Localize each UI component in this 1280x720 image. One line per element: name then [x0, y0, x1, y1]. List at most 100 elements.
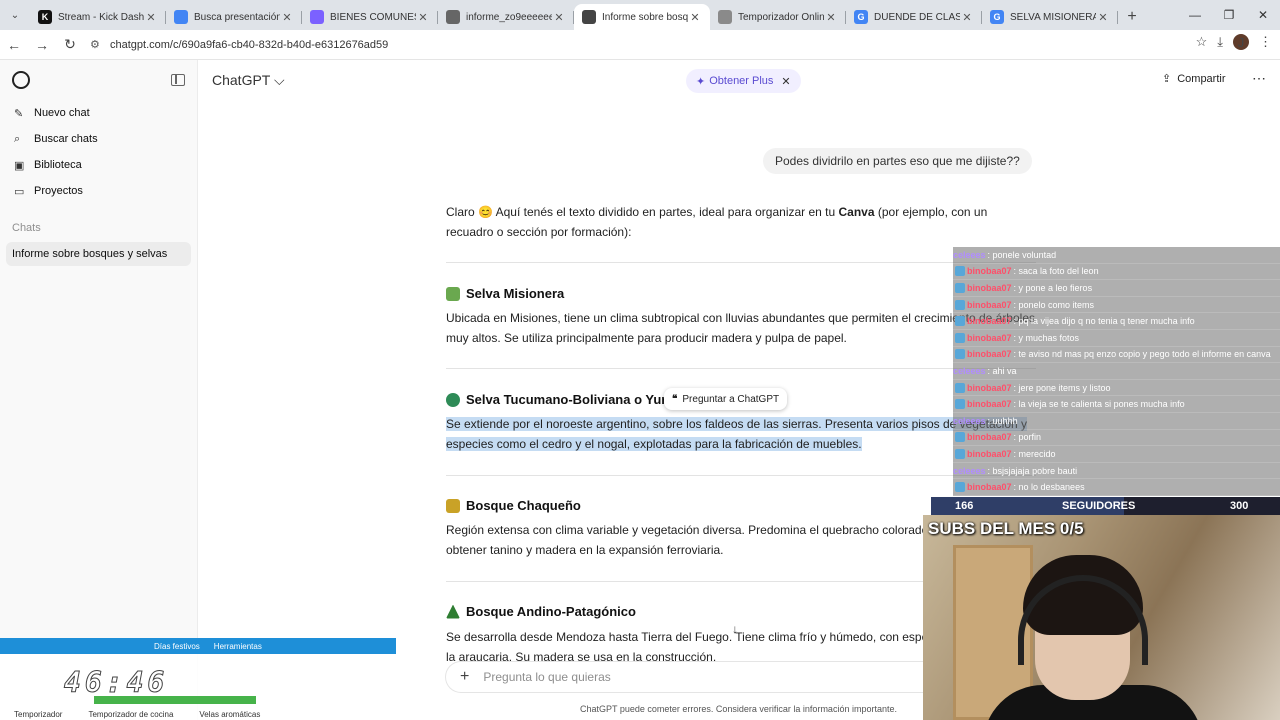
chat-username: binobaa07 [967, 332, 1012, 343]
browser-tab[interactable]: K Stream - Kick Dashb ✕ [30, 4, 166, 30]
sidebar-item-library[interactable]: ▣ Biblioteca [0, 152, 197, 178]
url-text[interactable]: chatgpt.com/c/690a9fa6-cb40-832d-b40d-e6… [110, 39, 388, 51]
chat-message-text: : la vieja se te calienta si pones mucha… [1013, 399, 1185, 410]
close-window-icon[interactable]: ✕ [1246, 0, 1280, 30]
profile-avatar[interactable]: J [1233, 34, 1249, 50]
browser-tab[interactable]: Busca presentación ✕ [166, 4, 302, 30]
section-title: Selva Misionera [466, 286, 565, 301]
forward-icon[interactable]: → [28, 31, 56, 59]
tab-search-icon[interactable]: ⌄ [0, 0, 30, 30]
stream-chat-message: celeees: uuhhh [953, 412, 1280, 430]
get-plus-button[interactable]: ✦ Obtener Plus ✕ [686, 69, 801, 93]
timer-strip-item[interactable]: Herramientas [214, 642, 262, 651]
minimize-icon[interactable]: — [1178, 0, 1212, 30]
share-button[interactable]: ⇪ Compartir [1162, 72, 1226, 86]
tab-close-icon[interactable]: ✕ [688, 11, 702, 24]
tree-icon [446, 392, 460, 407]
reload-icon[interactable]: ↻ [56, 31, 84, 59]
ask-chatgpt-button[interactable]: ❝ Preguntar a ChatGPT [664, 388, 788, 410]
timer-link[interactable]: Velas aromáticas [199, 710, 260, 719]
stream-chat-message: binobaa07: merecido [953, 446, 1280, 463]
window-controls: — ❐ ✕ [1178, 0, 1280, 30]
tab-favicon-icon: K [38, 10, 52, 24]
scroll-down-icon[interactable]: ↓ [732, 622, 738, 636]
section-title: Selva Tucumano-Boliviana o Yur [466, 392, 667, 407]
sidebar: ✎ Nuevo chat ⌕ Buscar chats ▣ Biblioteca ▭ Proy… [0, 60, 198, 720]
model-selector[interactable]: ChatGPT ⌵ [212, 72, 285, 89]
leaf-icon [446, 286, 460, 301]
tab-close-icon[interactable]: ✕ [824, 11, 838, 24]
search-chats-icon: ⌕ [14, 132, 21, 145]
chat-username: binobaa07 [967, 382, 1012, 393]
browser-tab[interactable]: G DUENDE DE CLASH ✕ [846, 4, 982, 30]
chat-message-text: : pq la vijea dijo q no tenia q tener mu… [1013, 316, 1195, 327]
timer-digits: 46:46 [63, 666, 169, 700]
corn-icon [446, 498, 460, 513]
tab-close-icon[interactable]: ✕ [552, 11, 566, 24]
maximize-icon[interactable]: ❐ [1212, 0, 1246, 30]
browser-menu-icon[interactable]: ⋮ [1259, 34, 1272, 50]
stream-chat-message: binobaa07: no lo desbanees [953, 479, 1280, 496]
timer-link[interactable]: Temporizador [14, 710, 62, 719]
section-heading: Bosque Andino-Patagónico [446, 604, 636, 619]
tab-close-icon[interactable]: ✕ [416, 11, 430, 24]
tab-favicon-icon [310, 10, 324, 24]
divider [446, 475, 1036, 476]
intro-bold: Canva [838, 205, 875, 219]
browser-tab[interactable]: Temporizador Onlin ✕ [710, 4, 846, 30]
chat-message-text: : te aviso nd mas pq enzo copio y pego t… [1013, 349, 1271, 360]
more-options-icon[interactable]: ⋯ [1252, 70, 1266, 87]
close-icon[interactable]: ✕ [781, 75, 790, 88]
webcam-feed: SUBS DEL MES 0/5 [923, 515, 1280, 720]
sidebar-item-search-chats[interactable]: ⌕ Buscar chats [0, 126, 197, 152]
prompt-placeholder: Pregunta lo que quieras [483, 670, 611, 684]
section-title: Bosque Chaqueño [466, 498, 581, 513]
section-text-selected[interactable]: Se extiende por el noroeste argentino, s… [446, 414, 1036, 454]
section-heading: Selva Misionera [446, 286, 564, 301]
timer-strip-item[interactable]: Días festivos [154, 642, 200, 651]
tab-close-icon[interactable]: ✕ [280, 11, 294, 24]
tab-close-icon[interactable]: ✕ [144, 11, 158, 24]
tab-favicon-icon [582, 10, 596, 24]
divider [446, 262, 1036, 263]
chat-username: celeees [953, 415, 986, 426]
tab-close-icon[interactable]: ✕ [1096, 11, 1110, 24]
browser-tab[interactable]: G SELVA MISIONERA ✕ [982, 4, 1118, 30]
chat-username: binobaa07 [967, 349, 1012, 360]
chat-badge-icon [955, 299, 965, 310]
browser-tab[interactable]: informe_zo9eeeeee ✕ [438, 4, 574, 30]
url-field[interactable]: ⚙ chatgpt.com/c/690a9fa6-cb40-832d-b40d-… [90, 33, 1150, 57]
chat-username: binobaa07 [967, 482, 1012, 493]
chat-username: binobaa07 [967, 282, 1012, 293]
sidebar-item-label: Proyectos [34, 185, 83, 197]
sidebar-chat-item[interactable]: Informe sobre bosques y selvas [6, 242, 191, 266]
sidebar-toggle-icon[interactable] [171, 74, 185, 86]
section-heading: Bosque Chaqueño [446, 498, 581, 513]
stream-chat-message: binobaa07: ponelo como items [953, 296, 1280, 314]
section-text: Ubicada en Misiones, tiene un clima subt… [446, 311, 1035, 345]
sidebar-item-new-chat[interactable]: ✎ Nuevo chat [0, 100, 197, 126]
tab-title: SELVA MISIONERA [1010, 11, 1096, 23]
openai-logo-icon[interactable] [12, 71, 30, 89]
chat-username: binobaa07 [967, 266, 1012, 277]
download-icon[interactable]: ⤓ [1217, 34, 1223, 50]
sidebar-item-projects[interactable]: ▭ Proyectos [0, 178, 197, 204]
chat-badge-icon [955, 448, 965, 459]
browser-tab[interactable]: Informe sobre bosq ✕ [574, 4, 710, 30]
tab-close-icon[interactable]: ✕ [960, 11, 974, 24]
tab-title: Informe sobre bosq [602, 11, 688, 23]
back-icon[interactable]: ← [0, 31, 28, 59]
sidebar-item-label: Biblioteca [34, 159, 82, 171]
get-plus-label: Obtener Plus [709, 75, 774, 87]
chat-message-text: : ponelo como items [1013, 299, 1095, 310]
new-tab-button[interactable]: + [1118, 4, 1146, 30]
stream-chat-message: binobaa07: saca la foto del leon [953, 263, 1280, 281]
assistant-intro: Claro 😊 Aquí tenés el texto dividido en … [446, 202, 1036, 242]
browser-tab[interactable]: BIENES COMUNES ✕ [302, 4, 438, 30]
timer-link[interactable]: Temporizador de cocina [88, 710, 173, 719]
tab-favicon-icon [446, 10, 460, 24]
stream-chat-message: celeees: ponele voluntad [953, 247, 1280, 264]
attach-plus-icon[interactable]: + [460, 668, 469, 686]
site-settings-icon[interactable]: ⚙ [90, 38, 110, 51]
bookmark-star-icon[interactable]: ☆ [1196, 34, 1208, 50]
